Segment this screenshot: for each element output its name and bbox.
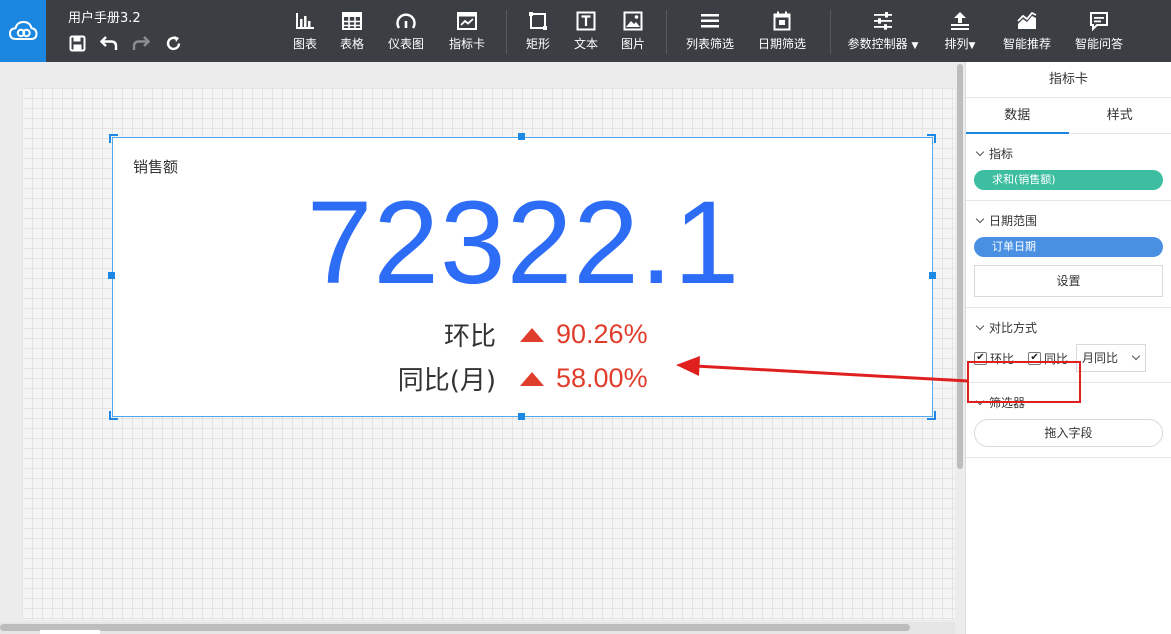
section-label: 对比方式 [989,320,1038,335]
yoy-value: 58.00% [556,363,648,393]
tool-param-controller[interactable]: 参数控制器 ▼ [845,10,921,52]
yoy-row: 同比(月) 58.00% [113,360,934,397]
horizontal-scrollbar[interactable] [0,622,955,634]
section-header[interactable]: 日期范围 [974,211,1163,229]
mom-row: 环比 90.26% [113,316,934,353]
rectangle-icon [528,10,548,32]
drag-field-dropzone[interactable]: 拖入字段 [974,419,1163,447]
cloud-logo-icon[interactable] [0,0,46,62]
text-box-icon [576,10,596,32]
tool-label: 参数控制器 ▼ [847,37,919,51]
redo-icon[interactable] [130,33,152,53]
tool-list-filter[interactable]: 列表筛选 [680,10,740,52]
save-icon[interactable] [66,33,88,53]
resize-handle-left[interactable] [108,272,115,279]
top-toolbar: 用户手册3.2 图表 表格 仪表图 指标卡 矩形 文本 图片 列表筛选 日期筛选… [0,0,1171,62]
resize-handle-top-right[interactable] [927,134,936,143]
layers-icon [949,10,971,32]
list-icon [700,10,720,32]
section-label: 指标 [989,146,1014,161]
section-date-range: 日期范围 订单日期 设置 [966,201,1171,308]
tool-label: 表格 [339,37,364,51]
resize-handle-bottom[interactable] [518,413,525,420]
section-label: 日期范围 [989,213,1038,228]
resize-handle-bottom-right[interactable] [927,411,936,420]
chevron-down-icon [975,214,985,223]
scrollbar-thumb[interactable] [0,624,910,631]
document-title: 用户手册3.2 [68,11,141,26]
kpi-value: 72322.1 [306,177,741,309]
caret-down-icon: ▼ [968,41,976,51]
caret-down-icon: ▼ [911,41,919,51]
tool-label: 智能问答 [1074,37,1123,51]
toolbar-divider [830,10,831,54]
tool-gauge[interactable]: 仪表图 [376,10,436,52]
mom-label: 环比 [443,322,496,352]
annotation-highlight-box [967,361,1081,403]
sliders-icon [873,10,893,32]
table-icon [342,10,362,32]
kpi-title: 销售额 [133,158,179,176]
toolbar-divider [666,10,667,54]
vertical-scrollbar[interactable] [955,62,965,634]
refresh-icon[interactable] [162,33,184,53]
tool-kpi[interactable]: 指标卡 [437,10,497,52]
kpi-card-icon [457,10,477,32]
tool-smart-qa[interactable]: 智能问答 [1069,10,1129,52]
mom-value: 90.26% [556,319,648,349]
select-value: 月同比 [1082,351,1119,365]
bar-chart-icon [295,10,315,32]
tool-label: 列表筛选 [685,37,734,51]
panel-tabs: 数据 样式 [966,98,1171,134]
tool-label: 排列▼ [944,37,976,51]
tool-label: 日期筛选 [757,37,806,51]
panel-title: 指标卡 [966,62,1171,98]
tool-date-filter[interactable]: 日期筛选 [752,10,812,52]
yoy-label: 同比(月) [397,366,496,396]
up-triangle-icon [520,371,544,386]
chat-bubble-icon [1089,10,1109,32]
tab-data[interactable]: 数据 [966,98,1069,134]
resize-handle-top-left[interactable] [109,134,118,143]
resize-handle-right[interactable] [929,272,936,279]
tool-table[interactable]: 表格 [322,10,382,52]
chevron-down-icon [975,147,985,156]
gauge-icon [395,10,417,32]
tool-label: 文本 [573,37,598,51]
tool-label: 仪表图 [387,37,424,51]
up-triangle-icon [520,327,544,342]
date-field-pill[interactable]: 订单日期 [974,237,1163,257]
page-tab[interactable] [40,630,100,634]
metric-field-pill[interactable]: 求和(销售额) [974,170,1163,190]
yoy-type-select[interactable]: 月同比 [1076,344,1147,372]
tool-label: 矩形 [525,37,550,51]
tool-smart-recommend[interactable]: 智能推荐 [997,10,1057,52]
section-metric: 指标 求和(销售额) [966,134,1171,201]
resize-handle-bottom-left[interactable] [109,411,118,420]
quick-actions [66,33,184,53]
tool-label: 图表 [292,37,317,51]
scrollbar-thumb[interactable] [957,64,963,469]
toolbar-divider [506,10,507,54]
property-panel: 指标卡 数据 样式 指标 求和(销售额) 日期范围 订单日期 设置 对比方式 ✔… [965,62,1171,634]
calendar-icon [773,10,791,32]
section-header[interactable]: 指标 [974,144,1163,162]
resize-handle-top[interactable] [518,133,525,140]
tool-arrange[interactable]: 排列▼ [930,10,990,52]
section-header[interactable]: 对比方式 [974,318,1163,336]
trend-chart-icon [1016,10,1038,32]
settings-button[interactable]: 设置 [974,265,1163,297]
chevron-down-icon [975,321,985,330]
tab-style[interactable]: 样式 [1069,98,1171,133]
tool-label: 图片 [620,37,645,51]
tool-label: 智能推荐 [1002,37,1051,51]
undo-icon[interactable] [98,33,120,53]
kpi-card-widget[interactable]: 销售额 72322.1 环比 90.26% 同比(月) 58.00% [112,137,933,417]
image-icon [623,10,643,32]
tool-label: 指标卡 [448,37,485,51]
chevron-down-icon [1131,351,1141,361]
tool-image[interactable]: 图片 [603,10,663,52]
